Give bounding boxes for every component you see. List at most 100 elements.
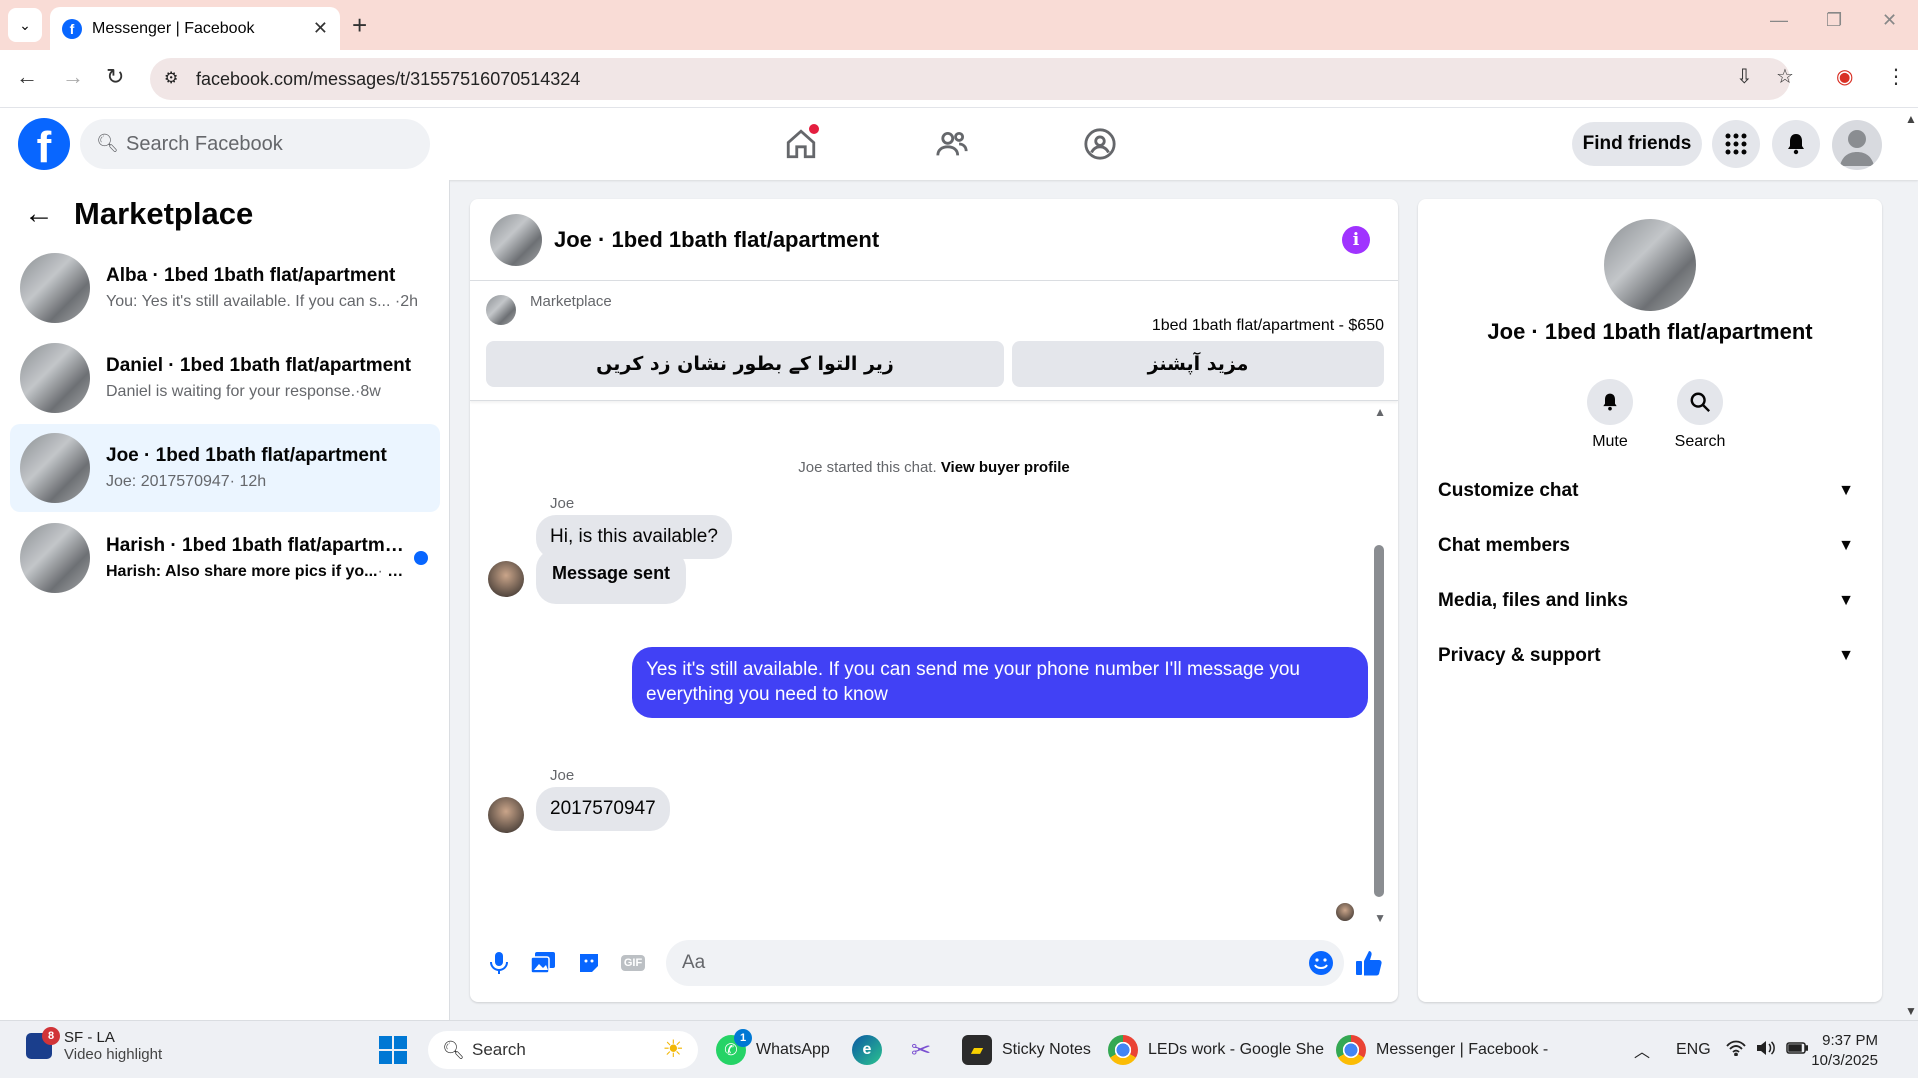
conversation-item-active[interactable]: Joe · 1bed 1bath flat/apartment Joe: 201…: [10, 424, 440, 512]
photo-icon[interactable]: [528, 948, 558, 978]
conversation-name: Alba · 1bed 1bath flat/apartment: [106, 265, 396, 286]
menu-grid-icon[interactable]: [1712, 120, 1760, 168]
chat-thumbnail[interactable]: [490, 213, 542, 266]
gif-icon[interactable]: GIF: [618, 948, 648, 978]
microphone-icon[interactable]: [484, 948, 514, 978]
scroll-up-icon[interactable]: ▲: [1905, 112, 1917, 126]
outgoing-message[interactable]: Yes it's still available. If you can sen…: [632, 647, 1368, 719]
restore-button[interactable]: ❐: [1826, 10, 1842, 31]
language-indicator[interactable]: ENG: [1676, 1021, 1711, 1078]
info-icon[interactable]: i: [1342, 226, 1370, 254]
listing-thumbnail: [20, 433, 90, 503]
more-options-button[interactable]: مزید آپشنز: [1012, 341, 1384, 387]
chat-start-notice: Joe started this chat. View buyer profil…: [470, 459, 1398, 476]
conversation-sidebar: ← Marketplace Alba · 1bed 1bath flat/apa…: [0, 180, 450, 1020]
snipping-tool-taskbar-item[interactable]: ✂: [906, 1021, 946, 1078]
install-app-icon[interactable]: ⇩: [1736, 64, 1753, 89]
reload-button[interactable]: ↻: [106, 64, 124, 90]
listing-mini-thumbnail[interactable]: [486, 295, 516, 325]
chat-title[interactable]: Joe · 1bed 1bath flat/apartment: [554, 227, 1398, 253]
taskbar-search-label: Search: [472, 1040, 526, 1059]
whatsapp-taskbar-item[interactable]: ✆ 1 WhatsApp: [716, 1021, 830, 1078]
emoji-icon[interactable]: [1306, 948, 1336, 978]
message-input[interactable]: [666, 940, 1344, 986]
conversation-preview: Joe: 2017570947: [106, 473, 230, 490]
facebook-header: f 🔍︎ Search Facebook Find friends: [0, 108, 1918, 180]
start-button[interactable]: [378, 1021, 408, 1078]
minimize-button[interactable]: —: [1770, 10, 1788, 31]
tab-close-icon[interactable]: ✕: [313, 18, 328, 39]
site-info-icon[interactable]: ⚙: [164, 68, 178, 88]
sticker-icon[interactable]: [574, 948, 604, 978]
sidebar-header: ← Marketplace: [24, 196, 253, 232]
conversation-name: Daniel · 1bed 1bath flat/apartment: [106, 355, 412, 376]
browser-menu-icon[interactable]: ⋮: [1886, 64, 1906, 89]
message-sent-bubble[interactable]: Message sent: [536, 549, 687, 604]
snipping-tool-icon: ✂: [910, 1036, 932, 1064]
conversation-item[interactable]: Alba · 1bed 1bath flat/apartment You: Ye…: [10, 244, 440, 332]
like-thumbs-up-icon[interactable]: [1354, 948, 1384, 978]
listing-price-line[interactable]: 1bed 1bath flat/apartment - $650: [1152, 317, 1384, 335]
taskbar-search[interactable]: 🔍︎ Search ☀: [428, 1031, 698, 1069]
section-label: Privacy & support: [1438, 645, 1601, 666]
chrome-window-label: Messenger | Facebook -: [1376, 1041, 1549, 1058]
privacy-support-section[interactable]: Privacy & support ▼: [1438, 634, 1862, 678]
listing-thumbnail-large[interactable]: [1604, 219, 1696, 311]
scroll-up-icon[interactable]: ▲: [1374, 405, 1386, 419]
back-arrow-icon[interactable]: ←: [24, 197, 54, 231]
search-label: Search: [1674, 433, 1726, 450]
new-tab-button[interactable]: +: [352, 10, 367, 41]
chat-scrollbar[interactable]: [1374, 545, 1384, 897]
show-hidden-icons-button[interactable]: ︿: [1634, 1021, 1650, 1078]
sender-avatar[interactable]: [488, 797, 524, 833]
chrome-icon: [1336, 1035, 1366, 1065]
message-composer: GIF: [470, 926, 1398, 1002]
search-action[interactable]: Search: [1660, 379, 1740, 451]
taskbar-clock[interactable]: 9:37 PM 10/3/2025: [1811, 1031, 1878, 1070]
url-bar[interactable]: ⚙ facebook.com/messages/t/31557516070514…: [150, 58, 1790, 100]
listing-thumbnail: [20, 343, 90, 413]
facebook-search-input[interactable]: 🔍︎ Search Facebook: [80, 119, 430, 169]
scroll-down-icon[interactable]: ▼: [1905, 1004, 1917, 1018]
media-files-links-section[interactable]: Media, files and links ▼: [1438, 579, 1862, 623]
chrome-taskbar-item[interactable]: LEDs work - Google She: [1108, 1021, 1324, 1078]
conversation-item[interactable]: Harish · 1bed 1bath flat/apartment Haris…: [10, 514, 440, 602]
system-tray[interactable]: [1726, 1021, 1809, 1078]
facebook-logo-icon[interactable]: f: [18, 118, 70, 170]
chrome-taskbar-item[interactable]: Messenger | Facebook -: [1336, 1021, 1548, 1078]
tab-search-button[interactable]: ⌄: [8, 8, 42, 42]
friends-nav-icon[interactable]: [932, 124, 972, 164]
browser-tab[interactable]: f Messenger | Facebook ✕: [50, 7, 340, 50]
chat-members-section[interactable]: Chat members ▼: [1438, 524, 1862, 568]
section-label: Media, files and links: [1438, 590, 1629, 611]
sun-icon: ☀: [662, 1036, 684, 1063]
weather-widget[interactable]: 8 SF - LA Video highlight: [26, 1027, 162, 1063]
account-avatar[interactable]: [1832, 120, 1882, 170]
mute-action[interactable]: Mute: [1570, 379, 1650, 451]
message-list[interactable]: ▲ ▼ Joe started this chat. View buyer pr…: [470, 405, 1398, 925]
view-buyer-profile-link[interactable]: View buyer profile: [941, 459, 1070, 476]
back-button[interactable]: ←: [16, 64, 38, 90]
customize-chat-section[interactable]: Customize chat ▼: [1438, 469, 1862, 513]
conversation-item[interactable]: Daniel · 1bed 1bath flat/apartment Danie…: [10, 334, 440, 422]
page-scrollbar[interactable]: ▲ ▼: [1904, 108, 1918, 1020]
chevron-down-icon: ▼: [1838, 647, 1854, 664]
marketplace-label: Marketplace: [530, 293, 612, 310]
profile-icon[interactable]: ◉: [1836, 64, 1853, 89]
notifications-bell-icon[interactable]: [1772, 120, 1820, 168]
close-window-button[interactable]: ✕: [1882, 10, 1897, 31]
bookmark-star-icon[interactable]: ☆: [1776, 64, 1794, 89]
message-sender: Joe: [550, 767, 575, 784]
mark-pending-button[interactable]: زیر التوا کے بطور نشان زد کریں: [486, 341, 1004, 387]
home-nav-icon[interactable]: [781, 124, 821, 164]
sender-avatar[interactable]: [488, 561, 524, 597]
incoming-message[interactable]: 2017570947: [536, 787, 670, 831]
find-friends-button[interactable]: Find friends: [1572, 122, 1702, 166]
scroll-down-icon[interactable]: ▼: [1374, 911, 1386, 925]
groups-nav-icon[interactable]: [1080, 124, 1120, 164]
sticky-notes-taskbar-item[interactable]: ▰ Sticky Notes: [962, 1021, 1091, 1078]
forward-button[interactable]: →: [62, 64, 84, 90]
edge-taskbar-item[interactable]: e: [852, 1021, 892, 1078]
clock-date: 10/3/2025: [1811, 1051, 1878, 1069]
chevron-down-icon: ▼: [1838, 482, 1854, 499]
